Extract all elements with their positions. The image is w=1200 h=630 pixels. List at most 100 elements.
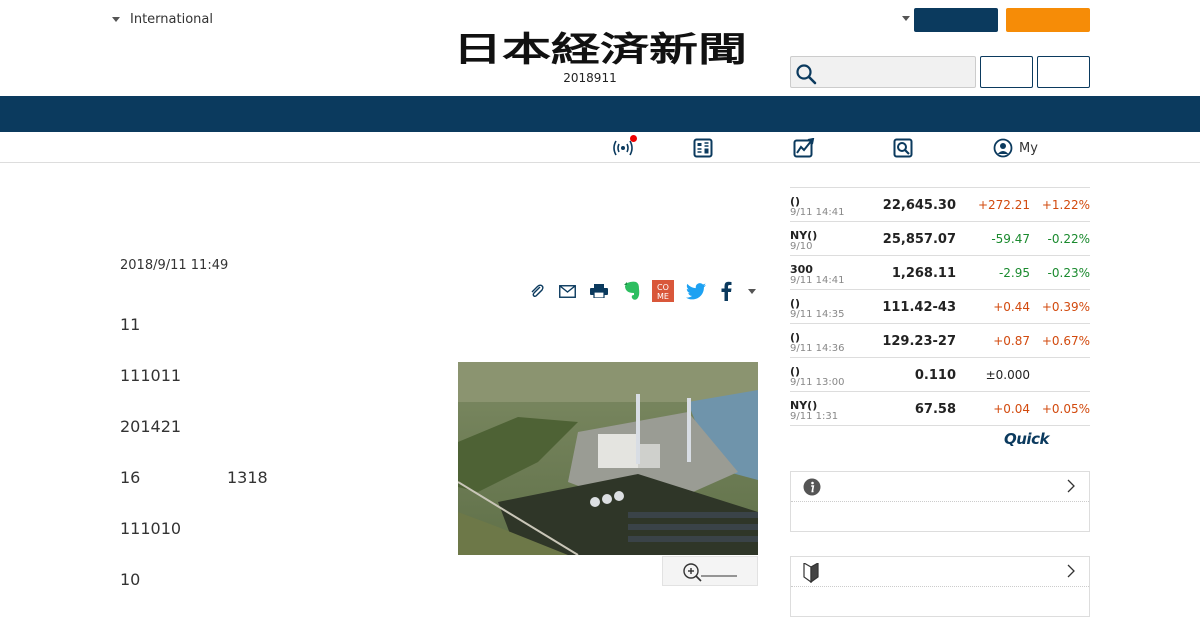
article-paragraph: 1318 (227, 468, 268, 487)
search-input[interactable] (821, 59, 971, 85)
region-selector[interactable]: International (112, 12, 213, 27)
subscribe-button[interactable] (914, 8, 998, 32)
market-value: 67.58 (914, 402, 956, 417)
login-button[interactable] (980, 56, 1033, 88)
search-icon (796, 64, 817, 85)
share-evernote[interactable] (621, 279, 643, 303)
share-mail[interactable] (557, 279, 577, 303)
article-paragraph: 111010 (120, 519, 182, 538)
market-row[interactable]: NY() 9/11 1:31 67.58 +0.04 +0.05% (790, 392, 1090, 426)
market-percent: +0.05% (1041, 402, 1090, 416)
svg-text:ME: ME (657, 292, 669, 301)
market-value: 22,645.30 (882, 198, 956, 213)
market-change: +272.21 (977, 198, 1030, 212)
magnify-icon (893, 138, 913, 158)
svg-text:CO: CO (657, 283, 669, 292)
market-table: () 9/11 14:41 22,645.30 +272.21 +1.22% N… (790, 187, 1090, 426)
market-percent: -0.23% (1047, 266, 1090, 280)
region-label: International (130, 12, 213, 27)
info-icon (803, 478, 821, 496)
register-button[interactable] (1037, 56, 1090, 88)
market-change: -2.95 (998, 266, 1030, 280)
market-row[interactable]: NY() 9/10 25,857.07 -59.47 -0.22% (790, 222, 1090, 256)
article-paragraph: 111011 (120, 366, 182, 385)
share-twitter[interactable] (685, 279, 707, 303)
article-date: 2018/9/11 11:49 (120, 258, 229, 273)
market-time: 9/11 14:41 (790, 275, 845, 286)
share-come[interactable]: CO ME (652, 279, 674, 303)
market-percent: +0.39% (1041, 300, 1090, 314)
market-time: 9/11 14:36 (790, 343, 845, 354)
nikkei-logo[interactable]: 日本経済新聞 (452, 30, 748, 66)
subnav-paper[interactable] (693, 137, 713, 159)
caret-down-icon (748, 288, 756, 294)
article-paragraph: 16 (120, 468, 141, 487)
zoom-in-icon (683, 563, 737, 582)
caret-down-icon[interactable] (902, 16, 910, 21)
market-row[interactable]: () 9/11 14:36 129.23-27 +0.87 +0.67% (790, 324, 1090, 358)
subnav-my[interactable]: My (993, 137, 1038, 159)
facebook-icon (721, 281, 732, 301)
market-value: 1,268.11 (891, 266, 956, 281)
market-row[interactable]: 300 9/11 14:41 1,268.11 -2.95 -0.23% (790, 256, 1090, 290)
market-value: 111.42-43 (882, 300, 956, 315)
subnav-markets[interactable] (793, 137, 815, 159)
beginner-icon (803, 563, 819, 583)
market-change: +0.44 (993, 300, 1030, 314)
market-value: 0.110 (914, 368, 956, 383)
market-time: 9/11 14:35 (790, 309, 845, 320)
chevron-right-icon (1067, 564, 1075, 578)
evernote-icon (624, 281, 640, 300)
market-percent: +0.67% (1041, 334, 1090, 348)
quick-logo[interactable]: Quick (1004, 430, 1049, 448)
logo-text: 日本経済新聞 (453, 30, 747, 66)
article-paragraph: 11 (120, 315, 141, 334)
subnav-search[interactable] (893, 137, 913, 159)
mail-icon (558, 284, 576, 298)
chart-icon (793, 138, 815, 158)
caret-down-icon (112, 17, 120, 22)
trial-button[interactable] (1006, 8, 1090, 32)
info-box (790, 471, 1090, 532)
info-box-header[interactable] (791, 472, 1089, 502)
print-icon (590, 284, 608, 298)
market-value: 25,857.07 (882, 232, 956, 247)
paper-icon (693, 138, 713, 158)
edition-date: 2018911 (563, 71, 617, 85)
chevron-right-icon (1067, 479, 1075, 493)
twitter-icon (686, 282, 706, 299)
market-change: ±0.000 (985, 368, 1030, 382)
market-percent: -0.22% (1047, 232, 1090, 246)
share-print[interactable] (588, 279, 610, 303)
sub-nav: My (0, 132, 1200, 163)
market-time: 9/10 (790, 241, 813, 252)
subnav-live[interactable] (612, 135, 637, 159)
market-row[interactable]: () 9/11 13:00 0.110 ±0.000 (790, 358, 1090, 392)
market-row[interactable]: () 9/11 14:41 22,645.30 +272.21 +1.22% (790, 188, 1090, 222)
market-time: 9/11 13:00 (790, 377, 845, 388)
market-change: +0.04 (993, 402, 1030, 416)
main-nav-bar (0, 96, 1200, 132)
image-zoom-button[interactable] (662, 556, 758, 586)
my-label: My (1019, 140, 1038, 156)
share-more[interactable] (745, 279, 759, 303)
market-time: 9/11 1:31 (790, 411, 839, 422)
beginner-box-header[interactable] (791, 557, 1089, 587)
market-change: +0.87 (993, 334, 1030, 348)
beginner-box (790, 556, 1090, 617)
article-photo[interactable] (458, 362, 758, 555)
share-clip[interactable] (527, 279, 547, 303)
user-icon (993, 138, 1013, 158)
market-row[interactable]: () 9/11 14:35 111.42-43 +0.44 +0.39% (790, 290, 1090, 324)
market-percent: +1.22% (1041, 198, 1090, 212)
market-time: 9/11 14:41 (790, 207, 845, 218)
article-paragraph: 201421 (120, 417, 182, 436)
clip-icon (531, 284, 544, 298)
article-paragraph: 10 (120, 570, 141, 589)
search-box[interactable] (790, 56, 976, 88)
market-change: -59.47 (991, 232, 1030, 246)
notification-dot (630, 135, 637, 142)
come-icon: CO ME (652, 280, 674, 302)
market-value: 129.23-27 (882, 334, 956, 349)
share-facebook[interactable] (717, 279, 735, 303)
